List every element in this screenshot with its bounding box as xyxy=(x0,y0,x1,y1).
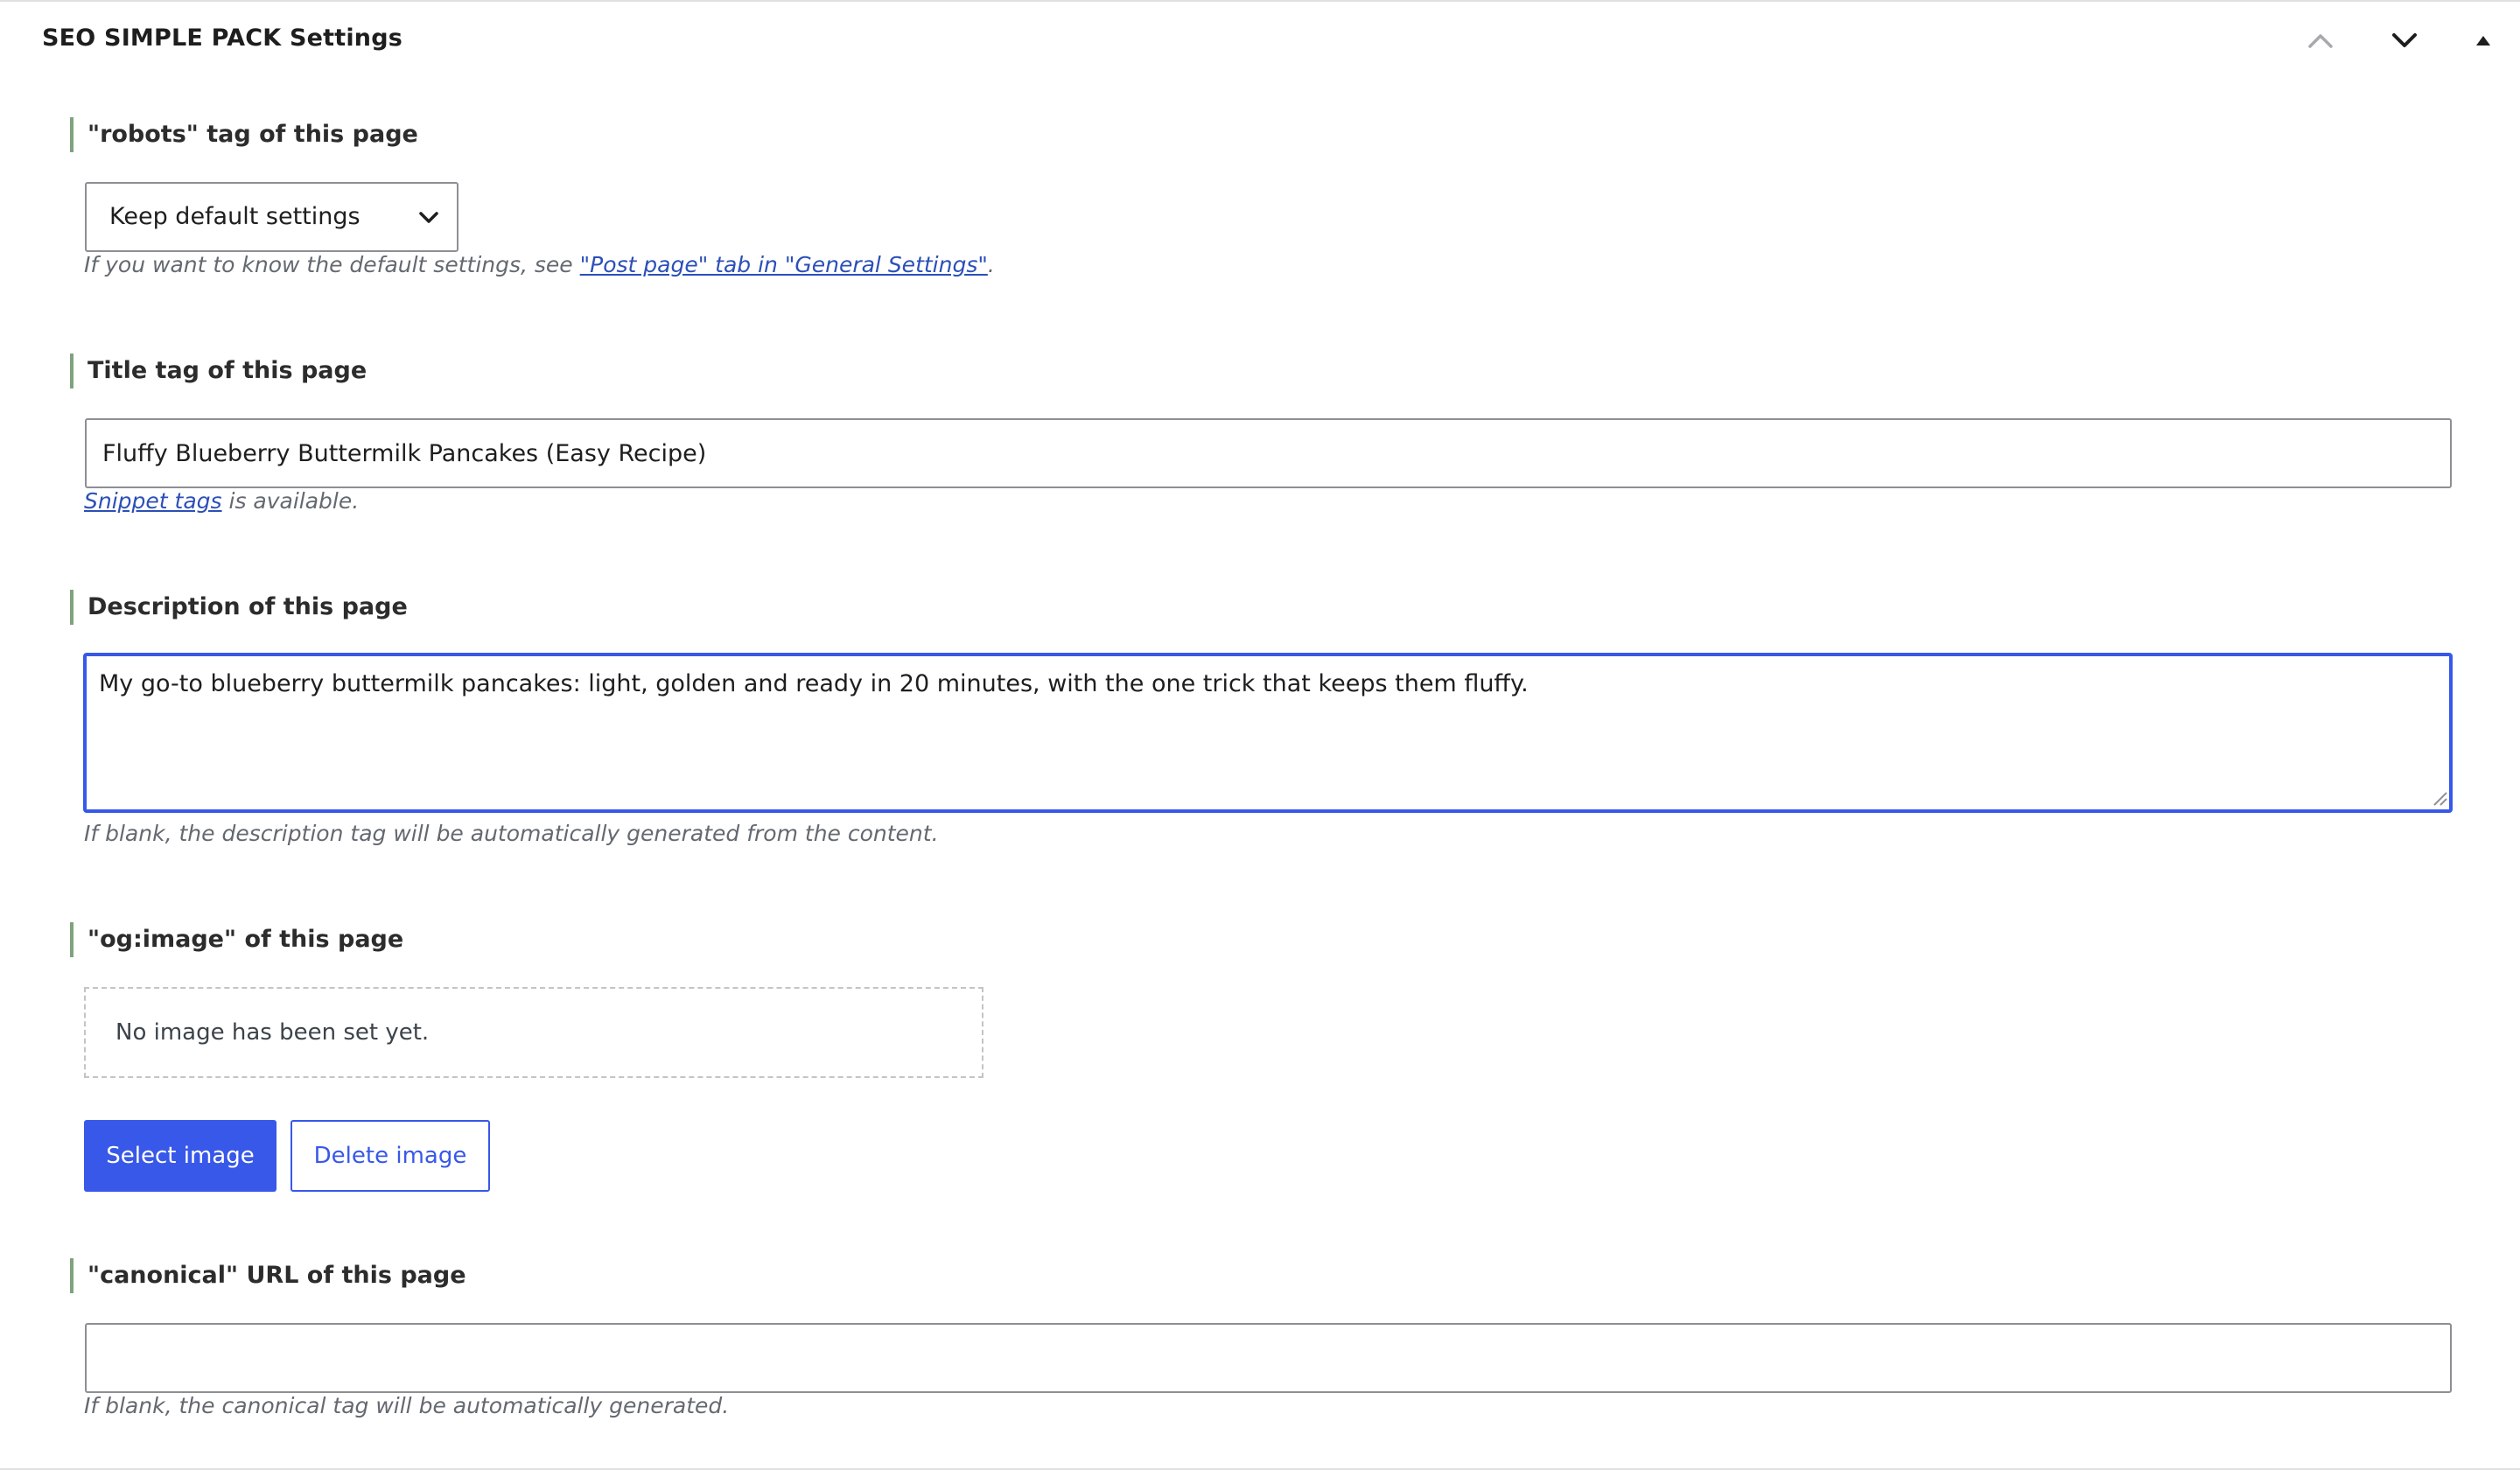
canonical-label: "canonical" URL of this page xyxy=(70,1258,466,1293)
robots-selected-value: Keep default settings xyxy=(109,203,360,230)
toggle-panel-button[interactable] xyxy=(2464,21,2502,60)
title-tag-label: Title tag of this page xyxy=(70,354,367,388)
delete-image-button[interactable]: Delete image xyxy=(290,1120,490,1192)
description-textarea[interactable]: My go-to blueberry buttermilk pancakes: … xyxy=(83,653,2453,813)
triangle-up-icon xyxy=(2476,36,2490,46)
title-tag-input[interactable] xyxy=(85,418,2452,488)
robots-help-suffix: . xyxy=(987,252,995,277)
snippet-tags-link[interactable]: Snippet tags xyxy=(84,488,222,514)
seo-settings-panel: SEO SIMPLE PACK Settings "robots" tag of… xyxy=(0,0,2520,1470)
general-settings-link[interactable]: "Post page" tab in "General Settings" xyxy=(580,252,988,277)
robots-select[interactable]: Keep default settings xyxy=(85,182,458,252)
robots-help: If you want to know the default settings… xyxy=(84,252,995,277)
canonical-url-input[interactable] xyxy=(85,1323,2452,1393)
title-tag-help-suffix: is available. xyxy=(221,488,360,514)
resize-handle-icon[interactable] xyxy=(2432,791,2448,807)
og-image-preview: No image has been set yet. xyxy=(84,987,984,1078)
chevron-down-icon xyxy=(419,212,438,223)
title-tag-help: Snippet tags is available. xyxy=(84,488,359,514)
robots-label: "robots" tag of this page xyxy=(70,117,418,152)
chevron-up-icon xyxy=(2308,34,2333,48)
robots-help-prefix: If you want to know the default settings… xyxy=(84,252,580,277)
select-image-button[interactable]: Select image xyxy=(84,1120,276,1192)
description-label: Description of this page xyxy=(70,590,408,625)
move-down-button[interactable] xyxy=(2385,21,2424,60)
move-up-button[interactable] xyxy=(2301,21,2340,60)
chevron-down-icon xyxy=(2392,33,2417,47)
og-image-empty-text: No image has been set yet. xyxy=(116,1019,430,1046)
panel-title: SEO SIMPLE PACK Settings xyxy=(42,24,403,52)
panel-header: SEO SIMPLE PACK Settings xyxy=(0,2,2520,79)
description-help: If blank, the description tag will be au… xyxy=(84,821,939,846)
og-image-label: "og:image" of this page xyxy=(70,922,403,957)
canonical-help: If blank, the canonical tag will be auto… xyxy=(84,1393,730,1418)
